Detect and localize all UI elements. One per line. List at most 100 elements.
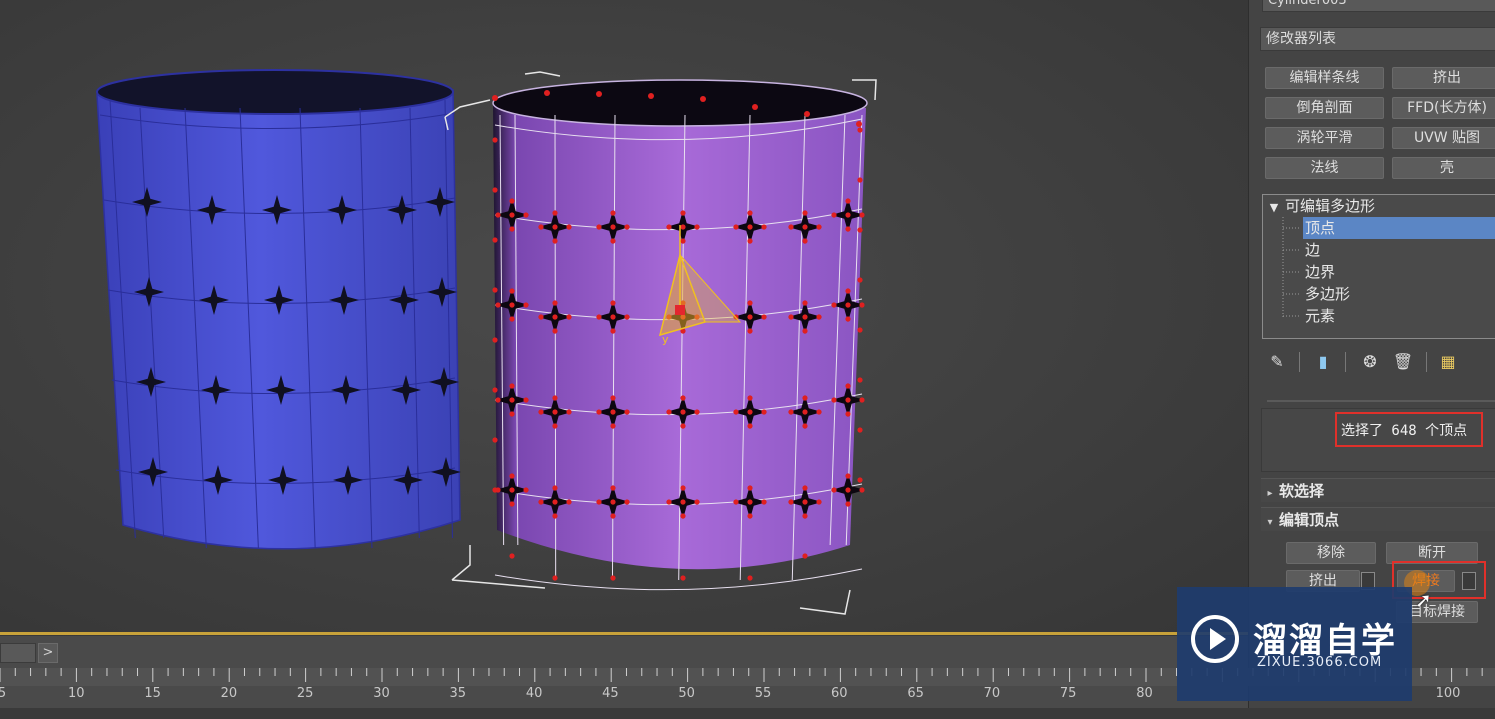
selected-vertex bbox=[624, 314, 630, 320]
selected-vertex bbox=[747, 210, 753, 216]
selected-vertex bbox=[694, 224, 700, 230]
play-logo-icon bbox=[1191, 615, 1239, 663]
selected-vertex bbox=[747, 300, 753, 306]
stack-subobject-element[interactable]: 元素 bbox=[1305, 305, 1335, 327]
modifier-stack[interactable]: ▼ 可编辑多边形 顶点 边 边界 多边形 元素 bbox=[1262, 194, 1495, 339]
selected-vertex bbox=[845, 302, 851, 308]
selected-vertex bbox=[816, 409, 822, 415]
selected-vertex bbox=[509, 487, 515, 493]
modifier-button-uvw-map[interactable]: UVW 贴图 bbox=[1392, 127, 1495, 149]
selected-vertex bbox=[859, 212, 865, 218]
selected-vertex bbox=[761, 409, 767, 415]
time-next-button[interactable]: > bbox=[38, 643, 58, 663]
ruler-tick-label: 45 bbox=[602, 686, 619, 701]
modifier-button-normal[interactable]: 法线 bbox=[1265, 157, 1384, 179]
expand-triangle-icon: ▸ bbox=[1267, 488, 1273, 499]
selected-vertex bbox=[680, 210, 686, 216]
remove-button[interactable]: 移除 bbox=[1286, 542, 1376, 564]
selected-vertex bbox=[845, 383, 851, 389]
selected-vertex bbox=[788, 224, 794, 230]
selected-vertex bbox=[680, 224, 686, 230]
selected-vertex bbox=[845, 411, 851, 417]
selected-vertex bbox=[733, 224, 739, 230]
collapse-triangle-icon: ▾ bbox=[1267, 517, 1273, 528]
selected-vertex bbox=[802, 224, 808, 230]
selected-vertex bbox=[509, 316, 515, 322]
selected-vertex bbox=[857, 477, 863, 483]
selected-vertex bbox=[538, 314, 544, 320]
selected-vertex bbox=[788, 499, 794, 505]
stack-subobject-border[interactable]: 边界 bbox=[1305, 261, 1335, 283]
selected-vertex bbox=[845, 198, 851, 204]
selected-vertex bbox=[492, 387, 498, 393]
selected-vertex bbox=[694, 499, 700, 505]
selected-vertex bbox=[492, 95, 498, 101]
purple-cylinder[interactable] bbox=[492, 79, 868, 591]
selected-vertex bbox=[509, 473, 515, 479]
svg-text:y: y bbox=[662, 333, 669, 346]
viewport-scene[interactable]: y bbox=[0, 0, 1248, 636]
watermark-url: ZIXUE.3066.COM bbox=[1257, 655, 1383, 670]
remove-modifier-icon[interactable]: 🗑 bbox=[1392, 350, 1414, 374]
selected-vertex bbox=[538, 499, 544, 505]
selected-vertex bbox=[857, 177, 863, 183]
stack-subobject-vertex[interactable]: 顶点 bbox=[1303, 217, 1495, 239]
modifier-button-turbosmooth[interactable]: 涡轮平滑 bbox=[1265, 127, 1384, 149]
selected-vertex bbox=[648, 93, 654, 99]
selected-vertex bbox=[552, 224, 558, 230]
selected-vertex bbox=[523, 397, 529, 403]
selected-vertex bbox=[492, 137, 498, 143]
mouse-cursor-icon: ➚ bbox=[1415, 588, 1432, 612]
selected-vertex bbox=[802, 210, 808, 216]
selected-vertex bbox=[492, 487, 498, 493]
selected-vertex bbox=[761, 224, 767, 230]
selected-vertex bbox=[680, 513, 686, 519]
selected-vertex bbox=[845, 487, 851, 493]
selected-vertex bbox=[552, 409, 558, 415]
selected-vertex bbox=[509, 226, 515, 232]
ruler-tick-label: 65 bbox=[907, 686, 924, 701]
blue-cylinder[interactable] bbox=[96, 69, 461, 550]
modifier-button-ffd-box[interactable]: FFD(长方体) bbox=[1392, 97, 1495, 119]
selected-vertex bbox=[509, 302, 515, 308]
time-slider[interactable] bbox=[0, 643, 36, 663]
ruler-tick-label: 20 bbox=[220, 686, 238, 701]
panel-divider bbox=[1267, 400, 1495, 402]
selected-vertex bbox=[680, 423, 686, 429]
selected-vertex bbox=[802, 513, 808, 519]
selected-vertex bbox=[680, 575, 686, 581]
modifier-button-extrude[interactable]: 挤出 bbox=[1392, 67, 1495, 89]
selected-vertex bbox=[857, 277, 863, 283]
ruler-tick-label: 15 bbox=[144, 686, 161, 701]
selected-vertex bbox=[544, 90, 550, 96]
pin-stack-icon[interactable]: ✎ bbox=[1266, 350, 1288, 374]
perspective-viewport[interactable]: y bbox=[0, 0, 1248, 636]
selected-vertex bbox=[761, 314, 767, 320]
selected-vertex bbox=[552, 395, 558, 401]
selected-vertex bbox=[624, 409, 630, 415]
object-name-field[interactable]: Cylinder003 bbox=[1262, 0, 1495, 12]
modifier-button-bevel-profile[interactable]: 倒角剖面 bbox=[1265, 97, 1384, 119]
selected-vertex bbox=[552, 300, 558, 306]
selected-vertex bbox=[495, 212, 501, 218]
soft-selection-rollout[interactable]: ▸ 软选择 bbox=[1261, 478, 1495, 502]
make-unique-icon[interactable]: ❂ bbox=[1359, 350, 1381, 374]
selected-vertex bbox=[552, 314, 558, 320]
modifier-list-dropdown[interactable]: 修改器列表 bbox=[1260, 27, 1495, 51]
selected-vertex bbox=[802, 314, 808, 320]
stack-subobject-polygon[interactable]: 多边形 bbox=[1305, 283, 1350, 305]
selected-vertex bbox=[747, 513, 753, 519]
selected-vertex bbox=[816, 224, 822, 230]
configure-modifier-sets-icon[interactable]: ▦ bbox=[1437, 350, 1459, 374]
selected-vertex bbox=[666, 224, 672, 230]
selected-vertex bbox=[552, 513, 558, 519]
selected-vertex bbox=[747, 423, 753, 429]
edit-vertices-rollout[interactable]: ▾ 编辑顶点 bbox=[1261, 507, 1495, 531]
show-end-result-icon[interactable]: ▮ bbox=[1312, 350, 1334, 374]
selected-vertex bbox=[492, 337, 498, 343]
modifier-button-shell[interactable]: 壳 bbox=[1392, 157, 1495, 179]
selected-vertex bbox=[680, 395, 686, 401]
selected-vertex bbox=[680, 485, 686, 491]
modifier-button-edit-spline[interactable]: 编辑样条线 bbox=[1265, 67, 1384, 89]
ruler-tick-label: 35 bbox=[449, 686, 467, 701]
